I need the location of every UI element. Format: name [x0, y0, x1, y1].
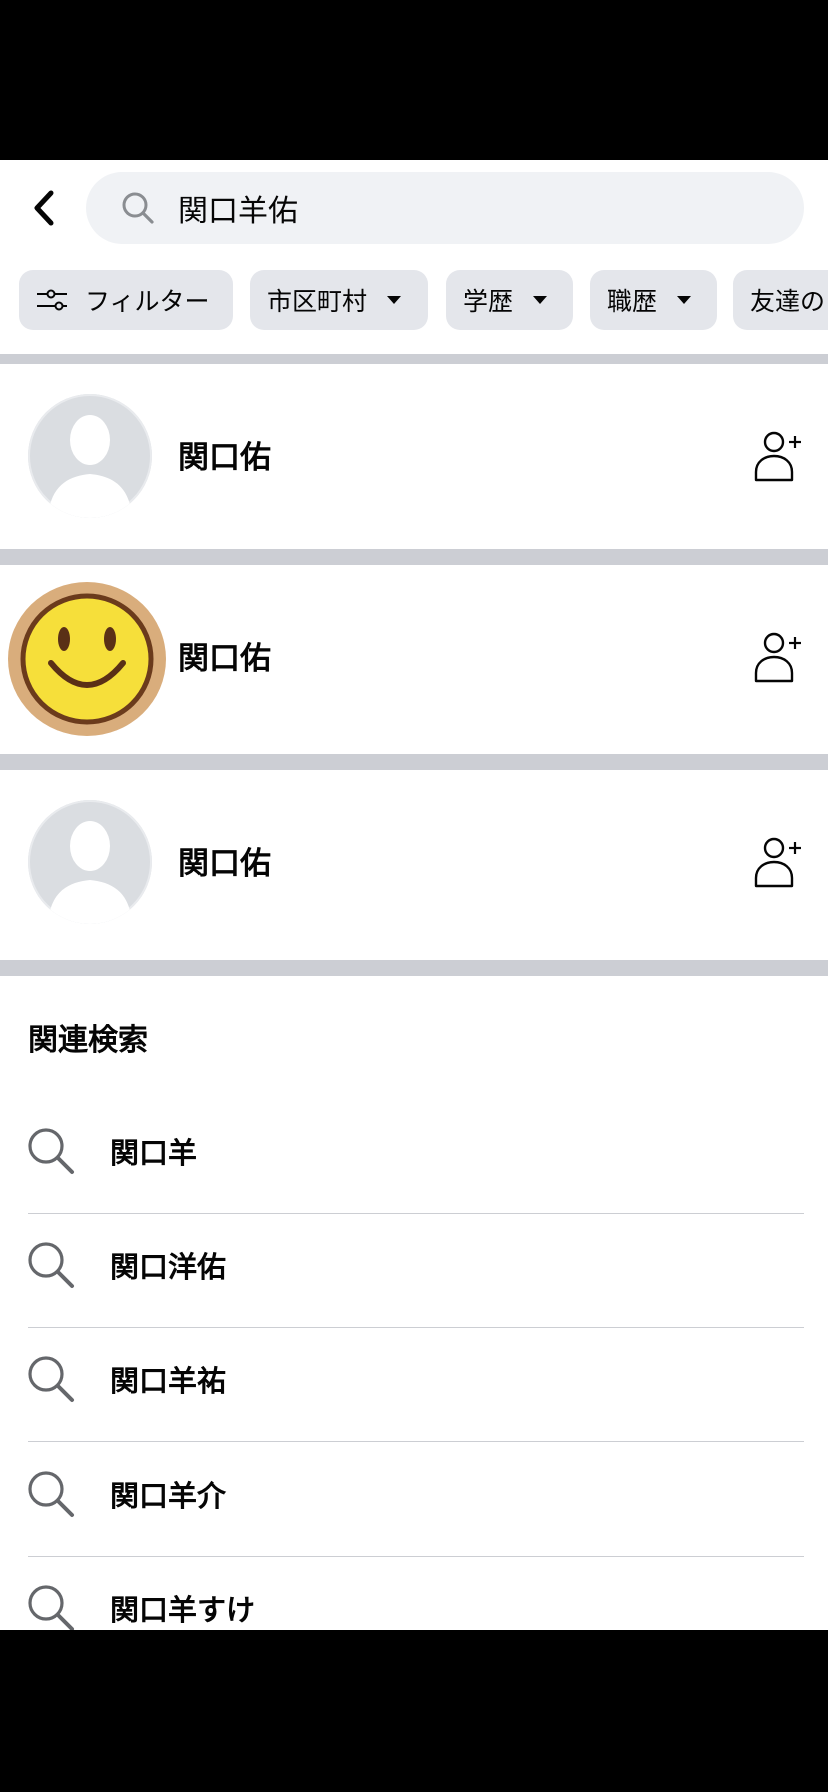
section-separator — [0, 549, 828, 565]
default-avatar-icon — [28, 394, 152, 518]
avatar — [28, 394, 152, 518]
search-icon — [28, 1356, 74, 1402]
caret-down-icon — [387, 295, 402, 305]
related-search-label: 関口羊 — [110, 1136, 198, 1170]
chip-label: 学歴 — [463, 287, 514, 316]
search-bar[interactable] — [86, 172, 804, 244]
filter-button[interactable]: フィルター — [19, 270, 233, 330]
filter-chip-work[interactable]: 職歴 — [590, 270, 717, 330]
chip-label: 市区町村 — [267, 287, 368, 316]
add-friend-button[interactable] — [752, 629, 804, 685]
result-name: 関口佑 — [178, 440, 271, 476]
search-icon — [28, 1128, 74, 1174]
section-separator — [0, 960, 828, 976]
related-search-label: 関口羊すけ — [110, 1593, 256, 1627]
related-search-label: 関口羊介 — [110, 1479, 227, 1513]
chevron-left-icon — [34, 190, 54, 226]
search-results-screen: フィルター 市区町村 学歴 職歴 友達の — [0, 160, 828, 1630]
result-name: 関口佑 — [178, 641, 271, 677]
filter-label: フィルター — [85, 287, 210, 316]
search-icon — [28, 1471, 74, 1517]
avatar — [7, 581, 167, 737]
section-separator — [0, 354, 828, 364]
related-search-item[interactable]: 関口羊祐 — [0, 1328, 828, 1442]
search-result-row[interactable]: 関口佑 — [0, 364, 828, 548]
divider — [28, 1441, 804, 1442]
related-search-label: 関口洋佑 — [110, 1250, 227, 1284]
smiley-avatar-icon — [8, 582, 166, 736]
filter-chip-education[interactable]: 学歴 — [446, 270, 573, 330]
chip-label: 職歴 — [607, 287, 658, 316]
add-friend-icon — [754, 837, 801, 888]
default-avatar-icon — [28, 800, 152, 924]
top-bar — [0, 160, 828, 256]
result-name: 関口佑 — [178, 846, 271, 882]
chip-label: 友達の — [750, 287, 826, 316]
search-input[interactable] — [176, 189, 740, 227]
search-result-row[interactable]: 関口佑 — [0, 565, 828, 749]
search-icon — [28, 1242, 74, 1288]
section-separator — [0, 754, 828, 770]
related-search-item[interactable]: 関口羊 — [0, 1100, 828, 1214]
related-search-label: 関口羊祐 — [110, 1364, 227, 1398]
add-friend-icon — [754, 431, 801, 482]
filter-chip-city[interactable]: 市区町村 — [250, 270, 428, 330]
filter-chip-friends[interactable]: 友達の — [733, 270, 828, 330]
search-icon — [122, 192, 154, 224]
caret-down-icon — [677, 295, 692, 305]
related-search-item[interactable]: 関口洋佑 — [0, 1214, 828, 1328]
filter-chip-row: フィルター 市区町村 学歴 職歴 友達の — [0, 270, 828, 334]
related-search-item[interactable]: 関口羊すけ — [0, 1557, 828, 1630]
related-search-item[interactable]: 関口羊介 — [0, 1443, 828, 1557]
caret-down-icon — [533, 295, 548, 305]
related-searches-title: 関連検索 — [28, 1023, 148, 1058]
search-icon — [28, 1585, 74, 1630]
avatar — [28, 800, 152, 924]
back-button[interactable] — [22, 186, 66, 230]
search-result-row[interactable]: 関口佑 — [0, 770, 828, 954]
add-friend-button[interactable] — [752, 834, 804, 890]
sliders-icon — [37, 289, 67, 311]
add-friend-button[interactable] — [752, 428, 804, 484]
add-friend-icon — [754, 632, 801, 683]
